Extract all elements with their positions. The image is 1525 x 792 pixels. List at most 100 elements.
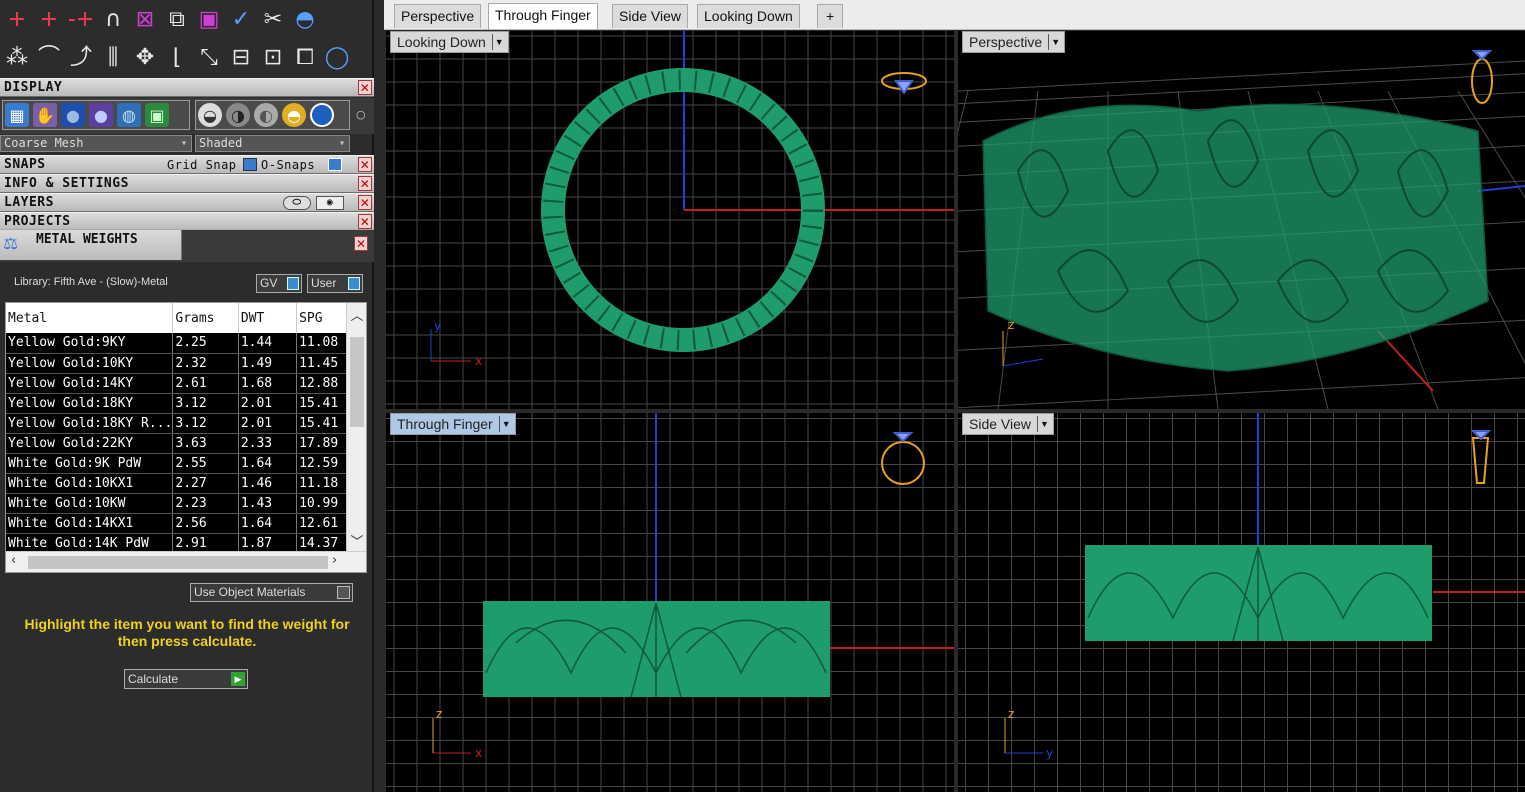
boolean-icon[interactable]: ⊟ [226,43,256,73]
vertical-scrollbar[interactable]: ︿ ﹀ [346,303,366,551]
gv-toggle[interactable]: GV [256,274,302,293]
shade-metal-icon[interactable]: ◐ [254,103,278,127]
shade-white-icon[interactable]: ◒ [198,103,222,127]
viewport-perspective[interactable]: z Perspective ▼ [958,31,1525,409]
shade-gray-icon[interactable]: ◑ [226,103,250,127]
chevron-down-icon[interactable]: ▼ [1037,416,1051,432]
curve-icon[interactable]: ⌒ [34,43,64,73]
scroll-left-icon[interactable]: ‹ [11,553,16,568]
col-spg[interactable]: SPG [296,303,348,333]
close-icon[interactable]: ✕ [358,195,372,210]
join-icon[interactable]: ⧉ [162,5,192,35]
copy-icon[interactable]: ⌊ [162,43,192,73]
extend-icon[interactable]: ⤴ [66,43,96,73]
material-sphere-icon[interactable]: ● [89,103,113,127]
viewport-through-finger[interactable]: xz Through Finger ▼ [386,413,954,792]
table-row[interactable]: White Gold:14KX1 2.56 1.64 12.61 [6,513,348,534]
scroll-right-icon[interactable]: › [332,553,337,568]
mesh-select[interactable]: Coarse Mesh ▾ [0,135,192,152]
table-row[interactable]: White Gold:10KW 2.23 1.43 10.99 [6,493,348,514]
close-icon[interactable]: ✕ [354,236,368,251]
grid-snap-toggle[interactable] [243,158,257,171]
layers-header[interactable]: LAYERS ⬭ ◉ ✕ [0,193,374,212]
subtract-point-icon[interactable]: -+ [66,5,96,35]
user-checkbox[interactable] [348,277,360,290]
chevron-down-icon[interactable]: ▼ [498,416,513,432]
render-icon[interactable]: ◓ [290,5,320,35]
environment-icon[interactable]: ◍ [117,103,141,127]
arc-icon[interactable]: ∩ [98,5,128,35]
close-icon[interactable]: ✕ [358,80,372,95]
mirror-icon[interactable]: ⫼ [98,43,128,73]
viewport-looking-down[interactable]: xy Looking Down ▼ [386,31,954,409]
lights-icon[interactable]: ✋ [33,103,57,127]
expand-icon[interactable]: ○ [356,108,366,121]
table-row[interactable]: Yellow Gold:10KY 2.32 1.49 11.45 [6,353,348,374]
table-row[interactable]: Yellow Gold:14KY 2.61 1.68 12.88 [6,373,348,394]
user-toggle[interactable]: User [307,274,363,293]
check-icon[interactable]: ✓ [226,5,256,35]
split-icon[interactable]: ⊡ [258,43,288,73]
gv-checkbox[interactable] [287,277,299,290]
add-point-alt-icon[interactable]: + [34,5,64,35]
points-icon[interactable]: ⁂ [2,43,32,73]
viewport-label[interactable]: Looking Down ▼ [390,31,509,53]
viewport-side-view[interactable]: yz Side View ▼ [958,413,1525,792]
viewport-title: Perspective [969,34,1043,50]
viewport-label[interactable]: Side View ▼ [962,413,1055,435]
explode-icon[interactable]: ⊠ [130,5,160,35]
move-icon[interactable]: ✥ [130,43,160,73]
osnaps-toggle[interactable] [328,158,342,171]
scroll-thumb[interactable] [28,556,328,569]
tab-side-view[interactable]: Side View [612,4,689,28]
col-metal[interactable]: Metal [6,303,174,333]
tab-perspective[interactable]: Perspective [394,4,482,28]
table-row[interactable]: White Gold:10KX1 2.27 1.46 11.18 [6,473,348,494]
close-icon[interactable]: ✕ [358,176,372,191]
shade-gold-icon[interactable]: ◓ [282,103,306,127]
display-header[interactable]: DISPLAY ✕ [0,78,374,97]
tab-looking-down[interactable]: Looking Down [697,4,800,28]
shade-blue-icon[interactable] [310,103,334,127]
table-row[interactable]: Yellow Gold:9KY 2.25 1.44 11.08 [6,333,348,354]
grid-icon[interactable]: ▦ [5,103,29,127]
metal-weights-tab[interactable]: ⚖ METAL WEIGHTS [0,230,182,260]
col-dwt[interactable]: DWT [238,303,298,333]
eye-icon[interactable]: ◉ [316,196,344,210]
calculate-button[interactable]: Calculate ▶ [124,669,248,689]
osnaps-label[interactable]: O-Snaps [261,158,315,172]
scroll-down-icon[interactable]: ﹀ [347,531,367,550]
viewport-label[interactable]: Perspective ▼ [962,31,1066,53]
table-row[interactable]: Yellow Gold:18KY 3.12 2.01 15.41 [6,393,348,414]
tab-through-finger[interactable]: Through Finger [488,3,598,29]
table-row[interactable]: Yellow Gold:18KY R... 3.12 2.01 15.41 [6,413,348,434]
trim-icon[interactable]: ✂ [258,5,288,35]
info-header[interactable]: INFO & SETTINGS ✕ [0,174,374,193]
scroll-thumb[interactable] [350,337,364,427]
table-row[interactable]: White Gold:9K PdW 2.55 1.64 12.59 [6,453,348,474]
close-icon[interactable]: ✕ [358,214,372,229]
layer-off-icon[interactable]: ⬭ [283,196,311,210]
horizontal-scrollbar[interactable]: ‹ › [6,551,366,572]
scale-icon[interactable]: ⤡ [194,43,224,73]
cut-icon[interactable]: ⧠ [290,43,320,73]
use-object-checkbox[interactable] [337,586,350,599]
close-icon[interactable]: ✕ [358,157,372,172]
group-icon[interactable]: ▣ [194,5,224,35]
col-grams[interactable]: Grams [172,303,239,333]
use-object-materials[interactable]: Use Object Materials [190,583,353,602]
add-point-icon[interactable]: + [2,5,32,35]
scroll-up-icon[interactable]: ︿ [347,305,367,324]
chevron-down-icon[interactable]: ▼ [1048,34,1062,50]
table-row[interactable]: White Gold:14K PdW 2.91 1.87 14.37 [6,533,348,554]
chevron-down-icon[interactable]: ▼ [491,34,506,50]
viewport-label[interactable]: Through Finger ▼ [390,413,516,435]
snaps-header[interactable]: SNAPS Grid Snap O-Snaps ✕ [0,155,374,174]
sphere-icon[interactable]: ● [61,103,85,127]
circle-icon[interactable]: ◯ [322,43,352,73]
table-row[interactable]: Yellow Gold:22KY 3.63 2.33 17.89 [6,433,348,454]
grid-snap-label[interactable]: Grid Snap [167,158,237,172]
add-tab-icon[interactable]: + [817,4,844,28]
layout-icon[interactable]: ▣ [145,103,169,127]
shade-select[interactable]: Shaded ▾ [195,135,350,152]
